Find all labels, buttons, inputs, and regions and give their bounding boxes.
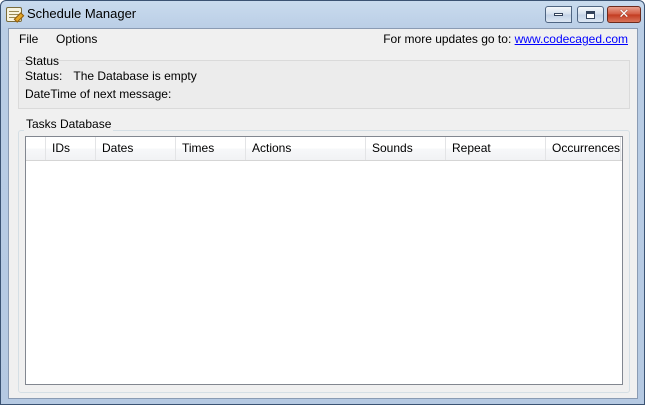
maximize-button[interactable] <box>577 6 604 23</box>
minimize-button[interactable] <box>545 6 572 23</box>
maximize-icon <box>586 10 595 19</box>
column-header-dates[interactable]: Dates <box>96 137 176 160</box>
main-window: Schedule Manager ✕ File Options For more… <box>0 0 645 405</box>
tasks-listview[interactable]: IDs Dates Times Actions Sounds Repeat Oc… <box>25 136 623 385</box>
listview-body[interactable] <box>26 161 622 384</box>
minimize-icon <box>554 13 563 16</box>
column-header-repeat[interactable]: Repeat <box>446 137 546 160</box>
column-header-actions[interactable]: Actions <box>246 137 366 160</box>
updates-prefix: For more updates go to: <box>383 32 515 46</box>
column-header-selector[interactable] <box>26 137 46 160</box>
menu-options[interactable]: Options <box>52 31 101 47</box>
column-header-sounds[interactable]: Sounds <box>366 137 446 160</box>
status-panel <box>18 60 630 109</box>
window-title: Schedule Manager <box>27 6 137 21</box>
status-group-title: Status <box>25 54 60 68</box>
menu-bar: File Options For more updates go to: www… <box>9 29 637 49</box>
status-value: The Database is empty <box>73 69 197 83</box>
client-area: File Options For more updates go to: www… <box>8 28 638 399</box>
menu-file[interactable]: File <box>15 31 42 47</box>
next-message-label: DateTime of next message: <box>25 87 172 101</box>
column-header-ids[interactable]: IDs <box>46 137 96 160</box>
column-header-times[interactable]: Times <box>176 137 246 160</box>
tasks-group-title: Tasks Database <box>24 117 114 131</box>
status-label: Status: <box>25 69 63 83</box>
listview-header: IDs Dates Times Actions Sounds Repeat Oc… <box>26 137 622 161</box>
close-button[interactable]: ✕ <box>607 6 641 23</box>
next-message-row: DateTime of next message: <box>25 87 182 101</box>
title-bar[interactable]: Schedule Manager ✕ <box>1 1 644 28</box>
status-row: Status: The Database is empty <box>25 69 197 83</box>
website-link[interactable]: www.codecaged.com <box>515 32 628 46</box>
updates-notice: For more updates go to: www.codecaged.co… <box>383 32 628 46</box>
notepad-icon <box>6 7 22 22</box>
close-icon: ✕ <box>618 7 630 22</box>
column-header-occurrences[interactable]: Occurrences <box>546 137 621 160</box>
